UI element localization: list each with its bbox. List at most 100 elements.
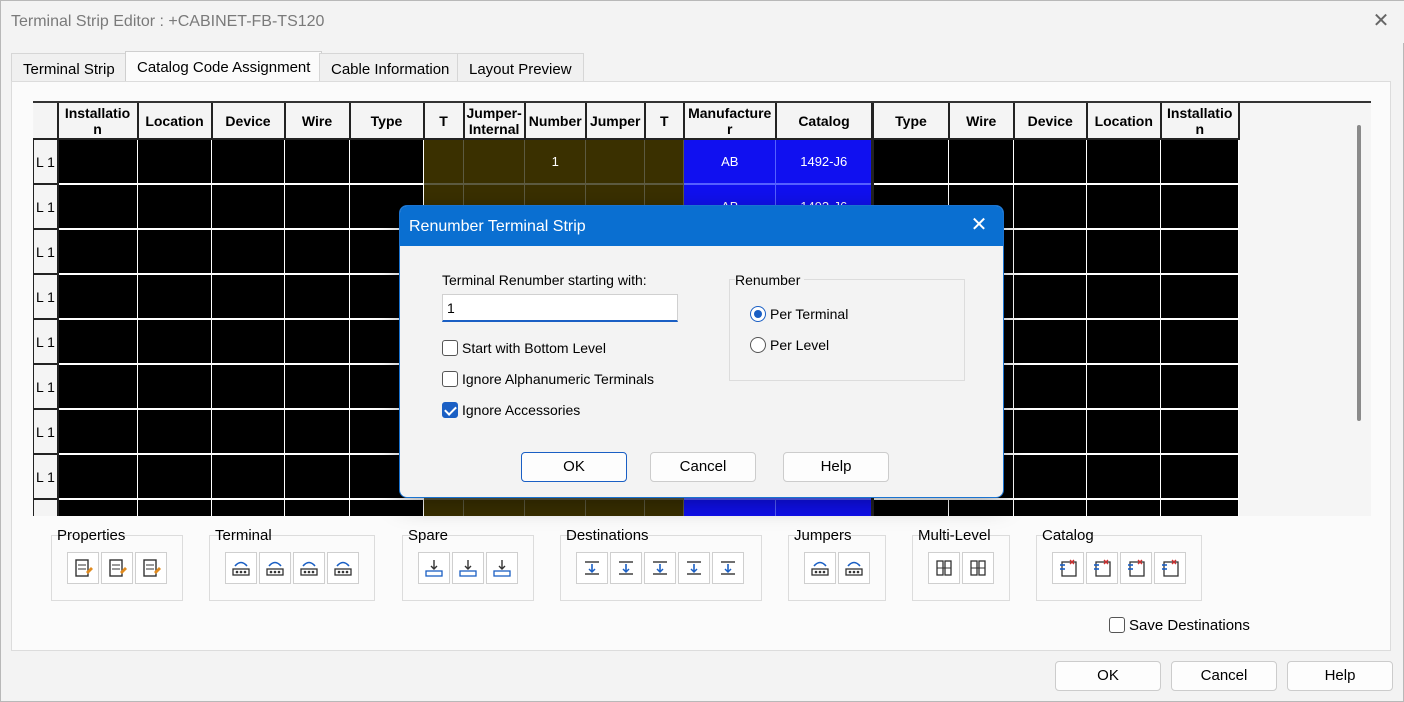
catalog-apply-icon[interactable] — [1154, 552, 1186, 584]
grid-column-header[interactable]: Location — [137, 103, 213, 140]
grid-cell[interactable] — [57, 274, 138, 320]
grid-cell[interactable] — [585, 139, 646, 185]
save-destinations-check-box[interactable] — [1109, 617, 1125, 633]
row-level-header[interactable]: L 1 — [33, 274, 59, 320]
grid-cell[interactable] — [585, 499, 646, 516]
grid-cell[interactable] — [57, 229, 138, 275]
ignore-accessories-option[interactable]: Ignore Accessories — [442, 402, 580, 418]
grid-cell[interactable] — [57, 139, 138, 185]
grid-column-header[interactable]: Catalog — [775, 103, 875, 140]
edit-jumper-icon[interactable] — [838, 552, 870, 584]
grid-cell-catalog[interactable]: 1492-J6 — [775, 499, 875, 516]
add-spare-icon[interactable] — [418, 552, 450, 584]
ignore-accessories-checkbox[interactable] — [442, 402, 458, 418]
grid-cell[interactable] — [1013, 184, 1088, 230]
grid-cell[interactable] — [284, 364, 350, 410]
grid-cell[interactable] — [284, 274, 350, 320]
row-level-header[interactable]: L 1 — [33, 409, 59, 455]
spare-at-end-icon[interactable] — [486, 552, 518, 584]
grid-cell[interactable] — [1086, 364, 1162, 410]
grid-cell[interactable] — [284, 319, 350, 365]
grid-column-header[interactable]: Type — [349, 103, 425, 140]
grid-cell[interactable] — [137, 184, 212, 230]
grid-cell[interactable] — [1160, 319, 1240, 365]
grid-cell[interactable] — [349, 499, 424, 516]
grid-cell[interactable] — [1086, 184, 1162, 230]
grid-cell-manufacturer[interactable]: AB — [683, 139, 777, 185]
tab-terminal-strip[interactable]: Terminal Strip — [11, 53, 127, 83]
grid-cell[interactable] — [1086, 454, 1162, 500]
grid-cell[interactable] — [1013, 364, 1088, 410]
grid-column-header[interactable]: Device — [211, 103, 286, 140]
row-level-header[interactable]: L 1 — [33, 184, 59, 230]
row-level-header[interactable]: L 1 — [33, 364, 59, 410]
grid-column-header[interactable]: Jumper — [585, 103, 646, 140]
dialog-ok-button[interactable]: OK — [521, 452, 627, 482]
insert-terminal-icon[interactable] — [259, 552, 291, 584]
start-bottom-level-checkbox[interactable] — [442, 340, 458, 356]
grid-cell[interactable] — [137, 454, 212, 500]
swap-destinations-icon[interactable] — [576, 552, 608, 584]
remove-catalog-icon[interactable] — [1086, 552, 1118, 584]
move-destination-out-icon[interactable] — [678, 552, 710, 584]
grid-cell[interactable] — [57, 409, 138, 455]
grid-cell[interactable] — [948, 139, 1015, 185]
grid-column-header[interactable]: Wire — [284, 103, 351, 140]
per-terminal-option[interactable]: Per Terminal — [750, 306, 848, 322]
move-destination-in-icon[interactable] — [644, 552, 676, 584]
multi-level-edit-icon[interactable] — [962, 552, 994, 584]
grid-cell[interactable] — [57, 454, 138, 500]
grid-vertical-scrollbar[interactable] — [1357, 125, 1361, 421]
grid-cell[interactable] — [137, 229, 212, 275]
grid-column-header[interactable]: T — [644, 103, 685, 140]
grid-cell[interactable] — [284, 184, 350, 230]
grid-column-header[interactable]: Number — [524, 103, 587, 140]
grid-cell[interactable] — [57, 184, 138, 230]
grid-cell[interactable] — [1013, 274, 1088, 320]
table-row[interactable]: L 1 AB1492-J6 — [33, 499, 1240, 516]
grid-cell[interactable] — [1086, 409, 1162, 455]
grid-cell[interactable] — [284, 499, 350, 516]
grid-cell[interactable] — [1013, 454, 1088, 500]
grid-cell[interactable] — [1086, 499, 1162, 516]
dialog-help-button[interactable]: Help — [783, 452, 889, 482]
grid-cell[interactable] — [137, 139, 212, 185]
destination-list-icon[interactable] — [712, 552, 744, 584]
grid-cell[interactable] — [1160, 499, 1240, 516]
grid-cell[interactable] — [211, 274, 285, 320]
row-level-header[interactable]: L 1 — [33, 499, 59, 516]
grid-cell[interactable] — [1086, 319, 1162, 365]
grid-cell[interactable] — [1013, 409, 1088, 455]
cancel-button[interactable]: Cancel — [1171, 661, 1277, 691]
paste-properties-icon[interactable] — [135, 552, 167, 584]
grid-cell[interactable] — [1160, 229, 1240, 275]
grid-cell[interactable] — [1013, 499, 1088, 516]
grid-column-header[interactable]: T — [423, 103, 465, 140]
ok-button[interactable]: OK — [1055, 661, 1161, 691]
reverse-terminal-icon[interactable] — [327, 552, 359, 584]
grid-cell[interactable] — [463, 499, 526, 516]
grid-cell[interactable] — [1086, 229, 1162, 275]
grid-cell[interactable] — [644, 499, 685, 516]
grid-cell[interactable] — [137, 319, 212, 365]
close-icon[interactable]: ✕ — [1371, 11, 1391, 31]
grid-cell[interactable] — [1160, 454, 1240, 500]
grid-cell[interactable] — [1013, 229, 1088, 275]
tab-layout-preview[interactable]: Layout Preview — [457, 53, 584, 83]
save-destinations-checkbox[interactable]: Save Destinations — [1109, 617, 1250, 634]
grid-cell[interactable] — [524, 499, 587, 516]
grid-cell[interactable] — [211, 319, 285, 365]
grid-cell[interactable]: 1 — [524, 139, 587, 185]
grid-cell[interactable] — [872, 139, 950, 185]
grid-cell[interactable] — [423, 139, 464, 185]
grid-cell-manufacturer[interactable]: AB — [683, 499, 777, 516]
grid-cell[interactable] — [284, 229, 350, 275]
grid-cell[interactable] — [57, 364, 138, 410]
renumber-terminal-icon[interactable] — [225, 552, 257, 584]
move-destination-up-icon[interactable] — [610, 552, 642, 584]
table-row[interactable]: L 1 1 AB 1492-J6 — [33, 139, 1240, 185]
grid-cell[interactable] — [284, 139, 350, 185]
grid-cell[interactable] — [211, 184, 285, 230]
add-jumper-icon[interactable] — [804, 552, 836, 584]
grid-column-header[interactable] — [33, 103, 59, 140]
